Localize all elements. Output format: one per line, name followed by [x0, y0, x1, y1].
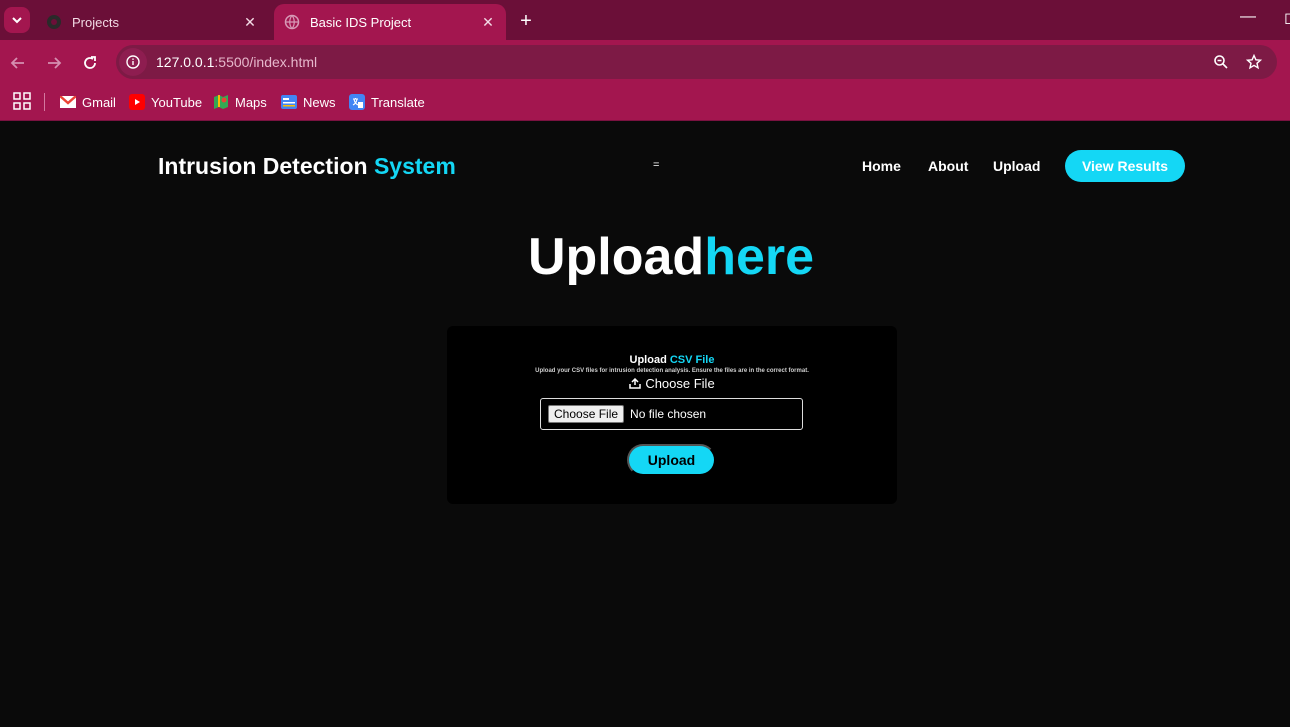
- choose-file-label-text: Choose File: [645, 376, 715, 391]
- globe-icon: [284, 14, 300, 30]
- nav-about[interactable]: About: [928, 158, 968, 174]
- file-status: No file chosen: [630, 407, 707, 421]
- bookmark-news[interactable]: News: [281, 91, 336, 113]
- menu-toggle-icon[interactable]: =: [653, 159, 659, 171]
- file-input[interactable]: Choose File No file chosen: [540, 398, 803, 430]
- youtube-icon: [129, 94, 145, 110]
- bookmarks-divider: [44, 93, 45, 111]
- forward-button[interactable]: [41, 50, 67, 76]
- brand-main: Intrusion Detection: [158, 153, 368, 179]
- nav-upload[interactable]: Upload: [993, 158, 1040, 174]
- bookmark-gmail[interactable]: Gmail: [60, 91, 116, 113]
- card-title: Upload CSV File: [447, 354, 897, 366]
- page-content: Intrusion Detection System = Home About …: [0, 121, 1290, 727]
- site-logo[interactable]: Intrusion Detection System: [158, 153, 456, 180]
- bookmark-translate[interactable]: Translate: [349, 91, 425, 113]
- zoom-icon[interactable]: [1210, 51, 1232, 73]
- gmail-icon: [60, 94, 76, 110]
- card-title-accent: CSV File: [669, 354, 715, 366]
- chevron-down-icon: [12, 17, 22, 24]
- url-text[interactable]: 127.0.0.1:5500/index.html: [156, 54, 317, 70]
- address-bar[interactable]: 127.0.0.1:5500/index.html: [116, 45, 1277, 79]
- card-title-main: Upload: [629, 354, 667, 366]
- bookmark-youtube[interactable]: YouTube: [129, 91, 202, 113]
- bookmark-label: Maps: [235, 94, 267, 110]
- maps-icon: [213, 94, 229, 110]
- bookmarks-bar: Gmail YouTube Maps News Translate: [0, 86, 1290, 121]
- close-icon[interactable]: ✕: [242, 14, 258, 31]
- bookmark-maps[interactable]: Maps: [213, 91, 267, 113]
- tab-search-button[interactable]: [4, 7, 30, 33]
- choose-file-label[interactable]: Choose File: [447, 376, 897, 391]
- arrow-left-icon: [10, 57, 24, 69]
- new-tab-button[interactable]: +: [514, 9, 538, 33]
- nav-home[interactable]: Home: [862, 158, 901, 174]
- page-title: Uploadhere: [0, 227, 1290, 287]
- upload-button[interactable]: Upload: [627, 444, 716, 476]
- browser-toolbar: 127.0.0.1:5500/index.html: [0, 40, 1290, 86]
- minimize-icon[interactable]: —: [1240, 8, 1256, 26]
- hero-main: Upload: [527, 228, 705, 286]
- card-description: Upload your CSV files for intrusion dete…: [535, 368, 809, 374]
- site-info-icon[interactable]: [119, 48, 147, 76]
- news-icon: [281, 94, 297, 110]
- tab-basic-ids-project[interactable]: Basic IDS Project ✕: [274, 4, 506, 40]
- upload-card: Upload CSV File Upload your CSV files fo…: [447, 326, 897, 504]
- browser-tabstrip: Projects ✕ Basic IDS Project ✕ + — ◻: [0, 0, 1290, 40]
- maximize-icon[interactable]: ◻: [1284, 8, 1290, 28]
- star-icon[interactable]: [1243, 51, 1265, 73]
- bookmark-label: Translate: [371, 94, 425, 110]
- tab-title: Projects: [72, 14, 119, 30]
- view-results-button[interactable]: View Results: [1065, 150, 1185, 182]
- tab-title: Basic IDS Project: [310, 14, 412, 30]
- choose-file-button[interactable]: Choose File: [548, 405, 625, 423]
- back-button[interactable]: [5, 50, 31, 76]
- close-icon[interactable]: ✕: [480, 14, 496, 31]
- hero-accent: here: [704, 228, 815, 286]
- apps-grid-icon[interactable]: [13, 92, 31, 110]
- bookmark-label: News: [303, 94, 336, 110]
- arrow-right-icon: [48, 57, 62, 69]
- brand-accent: System: [373, 153, 456, 179]
- url-path: :5500/index.html: [214, 54, 318, 70]
- upload-icon: [629, 378, 642, 389]
- url-host: 127.0.0.1: [156, 54, 215, 70]
- translate-icon: [349, 94, 365, 110]
- bookmark-label: YouTube: [151, 94, 203, 110]
- reload-button[interactable]: [77, 50, 103, 76]
- github-icon: [46, 14, 62, 30]
- reload-icon: [84, 56, 96, 69]
- tab-projects[interactable]: Projects ✕: [36, 4, 268, 40]
- bookmark-label: Gmail: [82, 94, 116, 110]
